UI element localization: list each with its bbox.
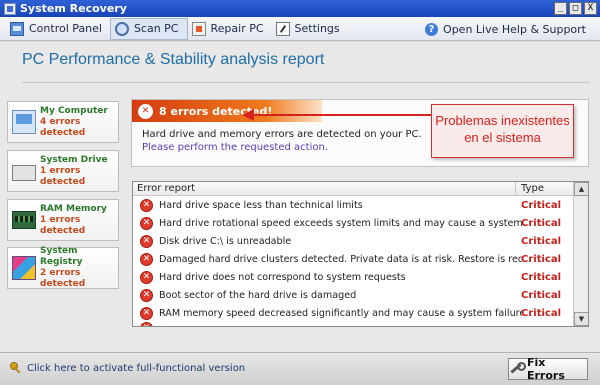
column-header-type[interactable]: Type [517, 182, 574, 196]
fix-errors-button[interactable]: Fix Errors [508, 356, 588, 382]
sidebar-item-system-drive[interactable]: System Drive 1 errors detected [7, 150, 119, 192]
row-error-type: Critical [521, 307, 562, 319]
table-scrollbar[interactable]: ▲ ▼ [573, 182, 588, 326]
row-error-type: Critical [521, 200, 562, 212]
help-icon: ? [425, 22, 439, 36]
main-content: PC Performance & Stability analysis repo… [0, 42, 600, 352]
scroll-up-icon[interactable]: ▲ [574, 182, 588, 196]
table-row[interactable]: ✕ Hard drive space less than technical l… [133, 197, 574, 215]
row-error-type: Critical [521, 254, 562, 266]
error-icon: ✕ [140, 306, 153, 320]
table-row[interactable]: ✕ Boot sector of the hard drive is damag… [133, 286, 574, 304]
sidebar-item-count: 4 errors detected [40, 116, 86, 138]
row-error-text: Boot sector of the hard drive is damaged [159, 289, 357, 301]
control-panel-icon [10, 21, 24, 36]
title-bar: System Recovery _ □ X [0, 0, 600, 17]
computer-icon [12, 110, 36, 134]
page-title: PC Performance & Stability analysis repo… [22, 51, 325, 68]
table-header: Error report Type [133, 182, 574, 196]
table-row[interactable]: ✕ RAM memory speed decreased significant… [133, 304, 574, 322]
wrench-icon [509, 362, 526, 376]
footer-bar: Click here to activate full-functional v… [0, 352, 600, 385]
menu-repair-pc-label: Repair PC [210, 22, 264, 35]
row-error-type: Critical [521, 236, 562, 248]
ram-icon [12, 211, 36, 229]
sidebar-item-name: RAM Memory [40, 203, 107, 214]
error-icon: ✕ [140, 217, 153, 231]
table-row-partial: ✕ [133, 322, 574, 326]
row-error-text: RAM memory speed decreased significantly… [159, 307, 522, 319]
error-icon: ✕ [140, 235, 153, 249]
callout-arrow-icon [242, 109, 432, 121]
row-error-type: Critical [521, 218, 562, 230]
help-link[interactable]: ? Open Live Help & Support [425, 17, 586, 41]
error-icon: ✕ [140, 271, 153, 284]
table-row[interactable]: ✕ Hard drive rotational speed exceeds sy… [133, 215, 574, 233]
registry-icon [12, 256, 36, 280]
table-row[interactable]: ✕ Disk drive C:\ is unreadable Critical [133, 233, 574, 251]
key-icon [10, 362, 22, 374]
row-error-type: Critical [521, 289, 562, 301]
window-controls: _ □ X [554, 2, 597, 15]
menu-scan-pc[interactable]: Scan PC [109, 17, 188, 40]
row-error-text: Hard drive rotational speed exceeds syst… [159, 218, 522, 230]
sidebar-item-system-registry[interactable]: System Registry 2 errors detected [7, 246, 119, 289]
menu-scan-pc-label: Scan PC [133, 22, 179, 35]
repair-icon [191, 21, 206, 36]
row-error-text: Hard drive does not correspond to system… [159, 272, 406, 283]
drive-icon [12, 165, 36, 181]
menu-repair-pc[interactable]: Repair PC [188, 18, 272, 40]
table-row[interactable]: ✕ Hard drive does not correspond to syst… [133, 269, 574, 287]
row-error-text: Disk drive C:\ is unreadable [159, 236, 292, 248]
table-row[interactable]: ✕ Damaged hard drive clusters detected. … [133, 251, 574, 269]
table-rows: ✕ Hard drive space less than technical l… [133, 197, 574, 326]
menu-settings[interactable]: Settings [272, 18, 348, 40]
help-label: Open Live Help & Support [443, 22, 586, 36]
sidebar-item-name: System Registry [40, 246, 83, 267]
sidebar-item-name: My Computer [40, 105, 108, 116]
sidebar-item-count: 2 errors detected [40, 268, 86, 289]
sidebar-item-count: 1 errors detected [40, 214, 86, 236]
sidebar-item-ram-memory[interactable]: RAM Memory 1 errors detected [7, 199, 119, 241]
column-header-report[interactable]: Error report [133, 182, 516, 196]
activate-text: Click here to activate full-functional v… [27, 362, 246, 374]
annotation-callout: Problemas inexistentes en el sistema [431, 104, 574, 158]
error-report-table: Error report Type ✕ Hard drive space les… [132, 181, 589, 327]
sidebar-item-count: 1 errors detected [40, 165, 86, 187]
title-divider [22, 82, 590, 83]
error-icon: ✕ [138, 103, 153, 119]
alert-instruction: Please perform the requested action. [142, 142, 328, 153]
row-error-text: Hard drive space less than technical lim… [159, 200, 363, 212]
error-icon: ✕ [140, 288, 153, 302]
window-title: System Recovery [20, 2, 127, 15]
minimize-button[interactable]: _ [554, 2, 567, 15]
menu-control-panel[interactable]: Control Panel [6, 18, 110, 40]
error-icon: ✕ [140, 322, 153, 326]
fix-errors-label: Fix Errors [526, 356, 565, 382]
sidebar-item-my-computer[interactable]: My Computer 4 errors detected [7, 101, 119, 143]
row-error-text: Damaged hard drive clusters detected. Pr… [159, 254, 522, 266]
scan-icon [114, 21, 129, 36]
scroll-down-icon[interactable]: ▼ [574, 312, 588, 326]
menu-settings-label: Settings [294, 22, 340, 35]
row-error-type: Critical [521, 272, 562, 283]
sidebar-item-name: System Drive [40, 154, 108, 165]
maximize-button[interactable]: □ [569, 2, 582, 15]
error-icon: ✕ [140, 253, 153, 267]
activate-link[interactable]: Click here to activate full-functional v… [10, 362, 245, 374]
menu-control-panel-label: Control Panel [29, 22, 102, 35]
error-icon: ✕ [140, 199, 153, 213]
menu-bar: Control Panel Scan PC Repair PC Settings… [0, 17, 600, 41]
alert-message: Hard drive and memory errors are detecte… [142, 129, 422, 140]
app-icon [4, 2, 16, 15]
close-button[interactable]: X [584, 2, 597, 15]
settings-icon [275, 21, 290, 36]
